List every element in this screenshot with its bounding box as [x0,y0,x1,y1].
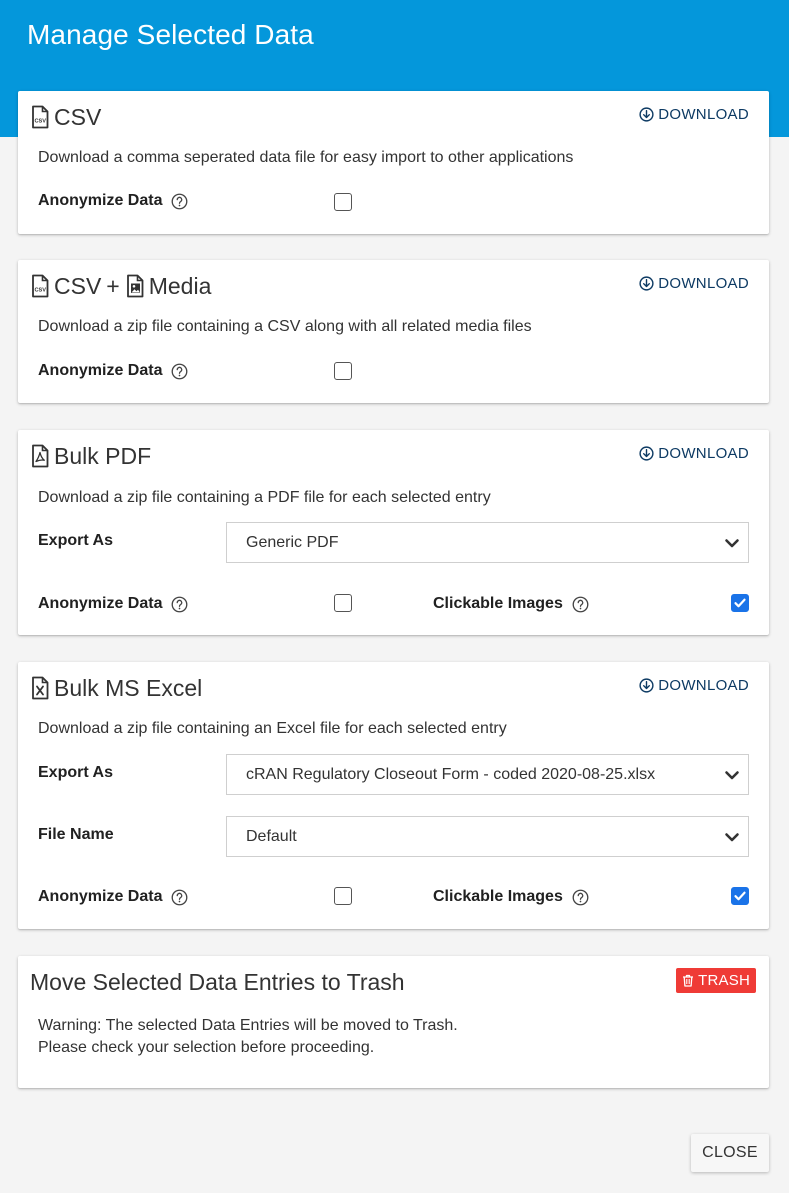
anonymize-label-text: Anonymize Data [38,888,163,905]
bulk-excel-download-button[interactable]: DOWNLOAD [639,677,749,694]
bulk-pdf-card-title: Bulk PDF [30,442,151,470]
chevron-down-icon [725,539,739,548]
svg-text:CSV: CSV [34,288,46,294]
help-icon[interactable] [572,889,589,906]
image-file-icon [126,274,144,298]
file-name-label: File Name [38,826,114,843]
bulk-excel-description: Download a zip file containing an Excel … [38,720,507,737]
select-value: cRAN Regulatory Closeout Form - coded 20… [246,766,656,783]
trash-button[interactable]: TRASH [676,968,756,993]
help-icon[interactable] [572,596,589,613]
trash-card: Move Selected Data Entries to Trash TRAS… [18,956,769,1088]
csv-media-export-card: CSV CSV + Media DOWNLOAD Download a zip … [18,260,769,403]
download-label: DOWNLOAD [658,445,749,462]
bulk-pdf-download-button[interactable]: DOWNLOAD [639,445,749,462]
csv-media-card-title: CSV CSV + Media [30,272,211,300]
help-icon[interactable] [171,596,188,613]
download-circle-icon [639,446,654,461]
excel-file-icon [32,676,49,700]
trash-warning: Warning: The selected Data Entries will … [38,1015,458,1059]
checkmark-icon [734,598,746,608]
csv-media-anonymize-checkbox[interactable] [334,362,352,380]
bulk-pdf-export-card: Bulk PDF DOWNLOAD Download a zip file co… [18,430,769,635]
help-icon[interactable] [171,363,188,380]
csv-download-button[interactable]: DOWNLOAD [639,106,749,123]
bulk-excel-anonymize-checkbox[interactable] [334,887,352,905]
download-label: DOWNLOAD [658,677,749,694]
anonymize-label: Anonymize Data [38,192,188,210]
anonymize-label: Anonymize Data [38,888,188,906]
csv-description: Download a comma seperated data file for… [38,149,574,166]
select-value: Generic PDF [246,534,339,551]
bulk-excel-card-title: Bulk MS Excel [30,674,202,702]
csv-media-download-button[interactable]: DOWNLOAD [639,275,749,292]
trash-button-label: TRASH [698,972,750,989]
anonymize-label: Anonymize Data [38,362,188,380]
close-button[interactable]: CLOSE [691,1134,769,1172]
bulk-excel-export-as-select[interactable]: cRAN Regulatory Closeout Form - coded 20… [226,754,749,795]
anonymize-label-text: Anonymize Data [38,595,163,612]
svg-text:CSV: CSV [34,119,46,125]
trash-warning-line-1: Warning: The selected Data Entries will … [38,1017,458,1034]
anonymize-label: Anonymize Data [38,595,188,613]
plus-sign: + [106,272,120,299]
csv-title-text: CSV [54,272,102,299]
download-circle-icon [639,276,654,291]
select-value: Default [246,828,297,845]
bulk-pdf-anonymize-checkbox[interactable] [334,594,352,612]
pdf-file-icon [32,444,49,468]
csv-title-text: CSV [54,103,102,130]
bulk-excel-file-name-select[interactable]: Default [226,816,749,857]
bulk-excel-clickable-images-checkbox[interactable] [731,887,749,905]
help-icon[interactable] [171,193,188,210]
clickable-images-label-text: Clickable Images [433,888,563,905]
chevron-down-icon [725,771,739,780]
export-as-label: Export As [38,764,113,781]
bulk-pdf-export-as-select[interactable]: Generic PDF [226,522,749,563]
trash-icon [683,974,694,987]
export-as-label: Export As [38,532,113,549]
csv-media-description: Download a zip file containing a CSV alo… [38,318,532,335]
download-circle-icon [639,678,654,693]
trash-card-title: Move Selected Data Entries to Trash [30,968,405,995]
bulk-pdf-description: Download a zip file containing a PDF fil… [38,489,491,506]
clickable-images-label: Clickable Images [433,595,589,613]
download-label: DOWNLOAD [658,106,749,123]
csv-export-card: CSV CSV DOWNLOAD Download a comma sepera… [18,91,769,234]
csv-anonymize-checkbox[interactable] [334,193,352,211]
download-circle-icon [639,107,654,122]
bulk-excel-title-text: Bulk MS Excel [54,674,203,701]
download-label: DOWNLOAD [658,275,749,292]
csv-card-title: CSV CSV [30,103,101,131]
clickable-images-label-text: Clickable Images [433,595,563,612]
chevron-down-icon [725,833,739,842]
bulk-pdf-title-text: Bulk PDF [54,442,152,469]
checkmark-icon [734,891,746,901]
help-icon[interactable] [171,889,188,906]
trash-warning-line-2: Please check your selection before proce… [38,1039,375,1056]
bulk-pdf-clickable-images-checkbox[interactable] [731,594,749,612]
media-title-text: Media [148,272,212,299]
dialog-title: Manage Selected Data [27,19,314,50]
csv-file-icon: CSV [32,274,49,298]
bulk-excel-export-card: Bulk MS Excel DOWNLOAD Download a zip fi… [18,662,769,929]
clickable-images-label: Clickable Images [433,888,589,906]
anonymize-label-text: Anonymize Data [38,192,163,209]
csv-file-icon: CSV [32,105,49,129]
anonymize-label-text: Anonymize Data [38,362,163,379]
